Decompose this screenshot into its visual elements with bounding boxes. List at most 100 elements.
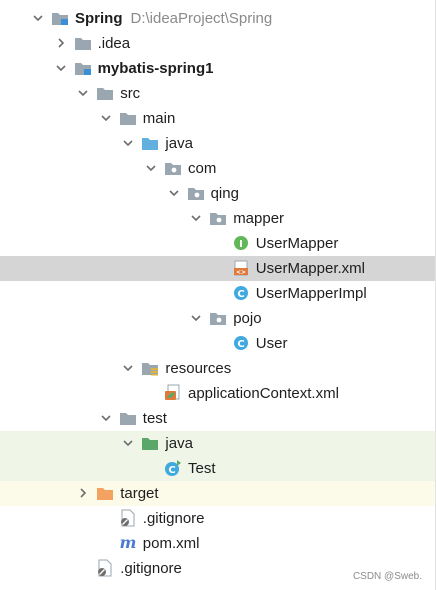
tree-node-name: Test [188, 460, 216, 477]
tree-node-name: mapper [233, 210, 285, 227]
gitignore-file-icon [119, 509, 137, 527]
tree-node-spring[interactable]: Spring D:\ideaProject\Spring [0, 6, 436, 31]
tree-node-user[interactable]: C User [0, 331, 436, 356]
tree-node-usermapperimpl[interactable]: C UserMapperImpl [0, 281, 436, 306]
chevron-down-icon[interactable] [32, 12, 44, 24]
tree-node-test[interactable]: test [0, 406, 436, 431]
tree-node-label: UserMapper [256, 234, 339, 253]
tree-node-label: applicationContext.xml [188, 384, 339, 403]
tree-node-label: UserMapper.xml [256, 259, 365, 278]
folder-icon [96, 84, 114, 102]
tree-node-label: target [120, 484, 158, 503]
chevron-down-icon[interactable] [122, 437, 134, 449]
tree-node-name: pojo [233, 310, 262, 327]
tree-node-label: User [256, 334, 288, 353]
chevron-down-icon[interactable] [122, 137, 134, 149]
tree-node-target[interactable]: target [0, 481, 436, 506]
maven-icon: m [119, 534, 137, 552]
test-folder-icon [141, 434, 159, 452]
tree-node-label: test [143, 409, 167, 428]
tree-node-name: target [120, 485, 159, 502]
chevron-down-icon[interactable] [77, 87, 89, 99]
tree-node-test[interactable]: C Test [0, 456, 436, 481]
tree-node-name: qing [210, 185, 239, 202]
tree-node-label: .idea [98, 34, 131, 53]
tree-node-name: .gitignore [120, 560, 182, 577]
tree-node-name: resources [165, 360, 232, 377]
source-folder-icon [141, 134, 159, 152]
chevron-right-icon[interactable] [77, 487, 89, 499]
tree-node-label: .gitignore [120, 559, 182, 578]
class-icon: C [232, 334, 250, 352]
tree-node-mapper[interactable]: mapper [0, 206, 436, 231]
tree-node-label: src [120, 84, 140, 103]
spring-xml-icon [164, 384, 182, 402]
svg-text:m: m [119, 535, 136, 551]
chevron-down-icon[interactable] [100, 112, 112, 124]
tree-node-idea[interactable]: .idea [0, 31, 436, 56]
tree-node-java[interactable]: java [0, 431, 436, 456]
tree-node-label: java [165, 134, 193, 153]
tree-node-name: java [165, 135, 193, 152]
tree-node-name: applicationContext.xml [188, 385, 339, 402]
tree-node-resources[interactable]: resources [0, 356, 436, 381]
chevron-down-icon[interactable] [190, 312, 202, 324]
tree-node-name: mybatis-spring1 [97, 60, 214, 77]
tree-node-com[interactable]: com [0, 156, 436, 181]
folder-icon [119, 409, 137, 427]
xml-icon: <> [232, 259, 250, 277]
tree-node-label: qing [211, 184, 239, 203]
tree-node-usermapper-xml[interactable]: <> UserMapper.xml [0, 256, 436, 281]
class-icon: C [232, 284, 250, 302]
chevron-down-icon[interactable] [100, 412, 112, 424]
tree-node-label: main [143, 109, 176, 128]
tree-node-usermapper[interactable]: I UserMapper [0, 231, 436, 256]
tree-node-pom-xml[interactable]: m pom.xml [0, 531, 436, 556]
svg-text:C: C [168, 465, 175, 476]
folder-icon [119, 109, 137, 127]
tree-node-mybatis-spring1[interactable]: mybatis-spring1 [0, 56, 436, 81]
chevron-down-icon[interactable] [122, 362, 134, 374]
tree-node-label: UserMapperImpl [256, 284, 367, 303]
chevron-right-icon[interactable] [55, 37, 67, 49]
svg-text:I: I [239, 239, 243, 250]
interface-icon: I [232, 234, 250, 252]
tree-node-label: pom.xml [143, 534, 200, 553]
tree-node-name: src [120, 85, 141, 102]
tree-node-name: .gitignore [142, 510, 205, 527]
tree-node-applicationcontext-xml[interactable]: applicationContext.xml [0, 381, 436, 406]
tree-node-pojo[interactable]: pojo [0, 306, 436, 331]
tree-node-name: UserMapper.xml [255, 260, 365, 277]
tree-node-name: User [255, 335, 288, 352]
module-folder-icon [51, 9, 69, 27]
chevron-down-icon[interactable] [190, 212, 202, 224]
package-icon [209, 309, 227, 327]
module-folder-icon [74, 59, 92, 77]
chevron-down-icon[interactable] [145, 162, 157, 174]
tree-node-label: pojo [233, 309, 261, 328]
gitignore-file-icon [96, 559, 114, 577]
tree-node-qing[interactable]: qing [0, 181, 436, 206]
tree-node-name: com [188, 160, 217, 177]
tree-node-name: java [165, 435, 193, 452]
tree-node-gitignore[interactable]: .gitignore [0, 506, 436, 531]
package-icon [164, 159, 182, 177]
tree-node-name: pom.xml [142, 535, 200, 552]
tree-node-name: UserMapper [255, 235, 339, 252]
tree-node-label: Test [188, 459, 216, 478]
tree-node-name: test [142, 410, 167, 427]
tree-node-label: mybatis-spring1 [98, 59, 214, 78]
tree-node-label: Spring D:\ideaProject\Spring [75, 9, 272, 28]
tree-node-src[interactable]: src [0, 81, 436, 106]
tree-node-main[interactable]: main [0, 106, 436, 131]
tree-node-name: Spring [75, 10, 123, 27]
tree-node-name: main [142, 110, 176, 127]
chevron-down-icon[interactable] [168, 187, 180, 199]
svg-text:C: C [237, 339, 244, 350]
tree-node-java[interactable]: java [0, 131, 436, 156]
package-icon [187, 184, 205, 202]
resources-folder-icon [141, 359, 159, 377]
folder-icon [74, 34, 92, 52]
tree-node-label: resources [165, 359, 231, 378]
chevron-down-icon[interactable] [55, 62, 67, 74]
